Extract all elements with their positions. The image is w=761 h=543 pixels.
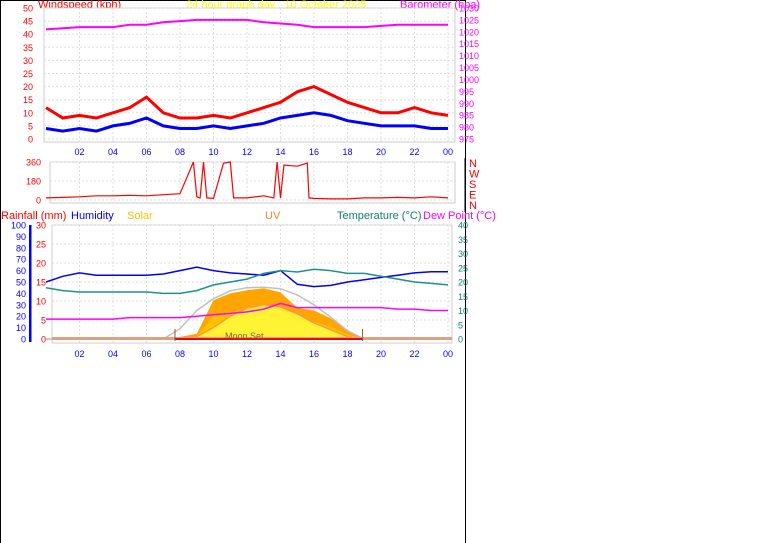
humidity-label: Humidity [71, 210, 114, 222]
rainfall-axis-tick-label: 10 [36, 297, 46, 307]
humidity-axis-tick-label: 10 [16, 323, 26, 333]
weather-graph: Windspeed (kph) 24 hour graph day : 10 O… [0, 0, 761, 543]
humidity-axis-tick-label: 0 [21, 335, 26, 345]
humidity-axis-tick-label: 100 [11, 221, 26, 231]
wind-hour-label: 12 [242, 147, 252, 157]
windspeed-axis-tick-label: 25 [23, 69, 33, 79]
temperature-axis-tick-label: 10 [458, 306, 468, 316]
windspeed-axis-tick-label: 50 [23, 4, 33, 14]
rainfall-axis-tick-label: 30 [36, 221, 46, 231]
windspeed-axis-tick-label: 0 [28, 135, 33, 145]
humidity-axis-tick-label: 40 [16, 289, 26, 299]
direction-axis-tick-label: 360 [26, 158, 41, 168]
temperature-axis-tick-label: 35 [458, 235, 468, 245]
windspeed-axis-tick-label: 10 [23, 108, 33, 118]
barometer-axis-tick-label: 985 [459, 111, 474, 121]
wind-hour-label: 10 [208, 147, 218, 157]
humidity-axis-tick-label: 90 [16, 232, 26, 242]
weather-hour-label: 12 [242, 349, 252, 359]
wind-hour-label: 18 [342, 147, 352, 157]
barometer-axis-tick-label: 1000 [459, 75, 479, 85]
temperature-axis-tick-label: 25 [458, 263, 468, 273]
weather-hour-label: 16 [309, 349, 319, 359]
wind-hour-label: 14 [275, 147, 285, 157]
uv-label: UV [265, 210, 281, 222]
barometer-axis-tick-label: 1025 [459, 15, 479, 25]
humidity-axis-bar [29, 225, 32, 342]
wind-hour-label: 16 [309, 147, 319, 157]
direction-axis-tick-label: 180 [26, 177, 41, 187]
rainfall-axis-tick-label: 5 [41, 316, 46, 326]
weather-hour-label: 14 [275, 349, 285, 359]
humidity-axis-tick-label: 20 [16, 312, 26, 322]
chart-canvas: Windspeed (kph) 24 hour graph day : 10 O… [0, 0, 496, 543]
rainfall-axis-tick-label: 0 [41, 335, 46, 345]
weather-hour-label: 04 [108, 349, 118, 359]
humidity-axis-tick-label: 50 [16, 278, 26, 288]
weather-hour-label: 22 [409, 349, 419, 359]
daylight-bar [174, 338, 363, 340]
humidity-axis-tick-label: 70 [16, 255, 26, 265]
barometer-axis-tick-label: 1020 [459, 27, 479, 37]
solar-label: Solar [127, 210, 153, 222]
barometer-axis-tick-label: 1030 [459, 4, 479, 14]
weather-hour-label: 18 [342, 349, 352, 359]
barometer-axis-tick-label: 980 [459, 123, 474, 133]
windspeed-axis-tick-label: 20 [23, 82, 33, 92]
wind-hour-label: 00 [443, 147, 453, 157]
humidity-axis-tick-label: 30 [16, 300, 26, 310]
windspeed-axis-tick-label: 30 [23, 56, 33, 66]
moon-set-annotation: Moon Set [225, 331, 264, 341]
wind-hour-label: 22 [409, 147, 419, 157]
temperature-axis-tick-label: 30 [458, 249, 468, 259]
barometer-axis-tick-label: 1015 [459, 39, 479, 49]
weather-hour-label: 00 [443, 349, 453, 359]
weather-hour-label: 10 [208, 349, 218, 359]
barometer-axis-tick-label: 990 [459, 99, 474, 109]
windspeed-axis-tick-label: 45 [23, 17, 33, 27]
barometer-axis-tick-label: 1005 [459, 63, 479, 73]
direction-axis-tick-label: 0 [36, 196, 41, 206]
weather-hour-label: 06 [141, 349, 151, 359]
wind-hour-label: 06 [141, 147, 151, 157]
temperature-axis-tick-label: 20 [458, 278, 468, 288]
temperature-axis-tick-label: 5 [458, 320, 463, 330]
windspeed-axis-tick-label: 40 [23, 30, 33, 40]
wind-hour-label: 02 [74, 147, 84, 157]
barometer-axis-tick-label: 1010 [459, 51, 479, 61]
wind-hour-label: 08 [175, 147, 185, 157]
temperature-axis-tick-label: 15 [458, 292, 468, 302]
weather-hour-label: 08 [175, 349, 185, 359]
humidity-axis-tick-label: 80 [16, 243, 26, 253]
windspeed-axis-tick-label: 15 [23, 95, 33, 105]
windspeed-axis-tick-label: 35 [23, 43, 33, 53]
wind-hour-label: 04 [108, 147, 118, 157]
temperature-axis-tick-label: 0 [458, 335, 463, 345]
rainfall-axis-tick-label: 15 [36, 278, 46, 288]
weather-hour-label: 20 [376, 349, 386, 359]
temperature-axis-tick-label: 40 [458, 221, 468, 231]
compass-label: N [469, 200, 477, 212]
barometer-axis-tick-label: 995 [459, 87, 474, 97]
rainfall-axis-tick-label: 25 [36, 240, 46, 250]
wind-hour-label: 20 [376, 147, 386, 157]
barometer-axis-tick-label: 975 [459, 135, 474, 145]
windspeed-axis-tick-label: 5 [28, 121, 33, 131]
temperature-label: Temperature (°C) [337, 210, 421, 222]
weather-hour-label: 02 [74, 349, 84, 359]
rainfall-axis-tick-label: 20 [36, 259, 46, 269]
humidity-axis-tick-label: 60 [16, 266, 26, 276]
